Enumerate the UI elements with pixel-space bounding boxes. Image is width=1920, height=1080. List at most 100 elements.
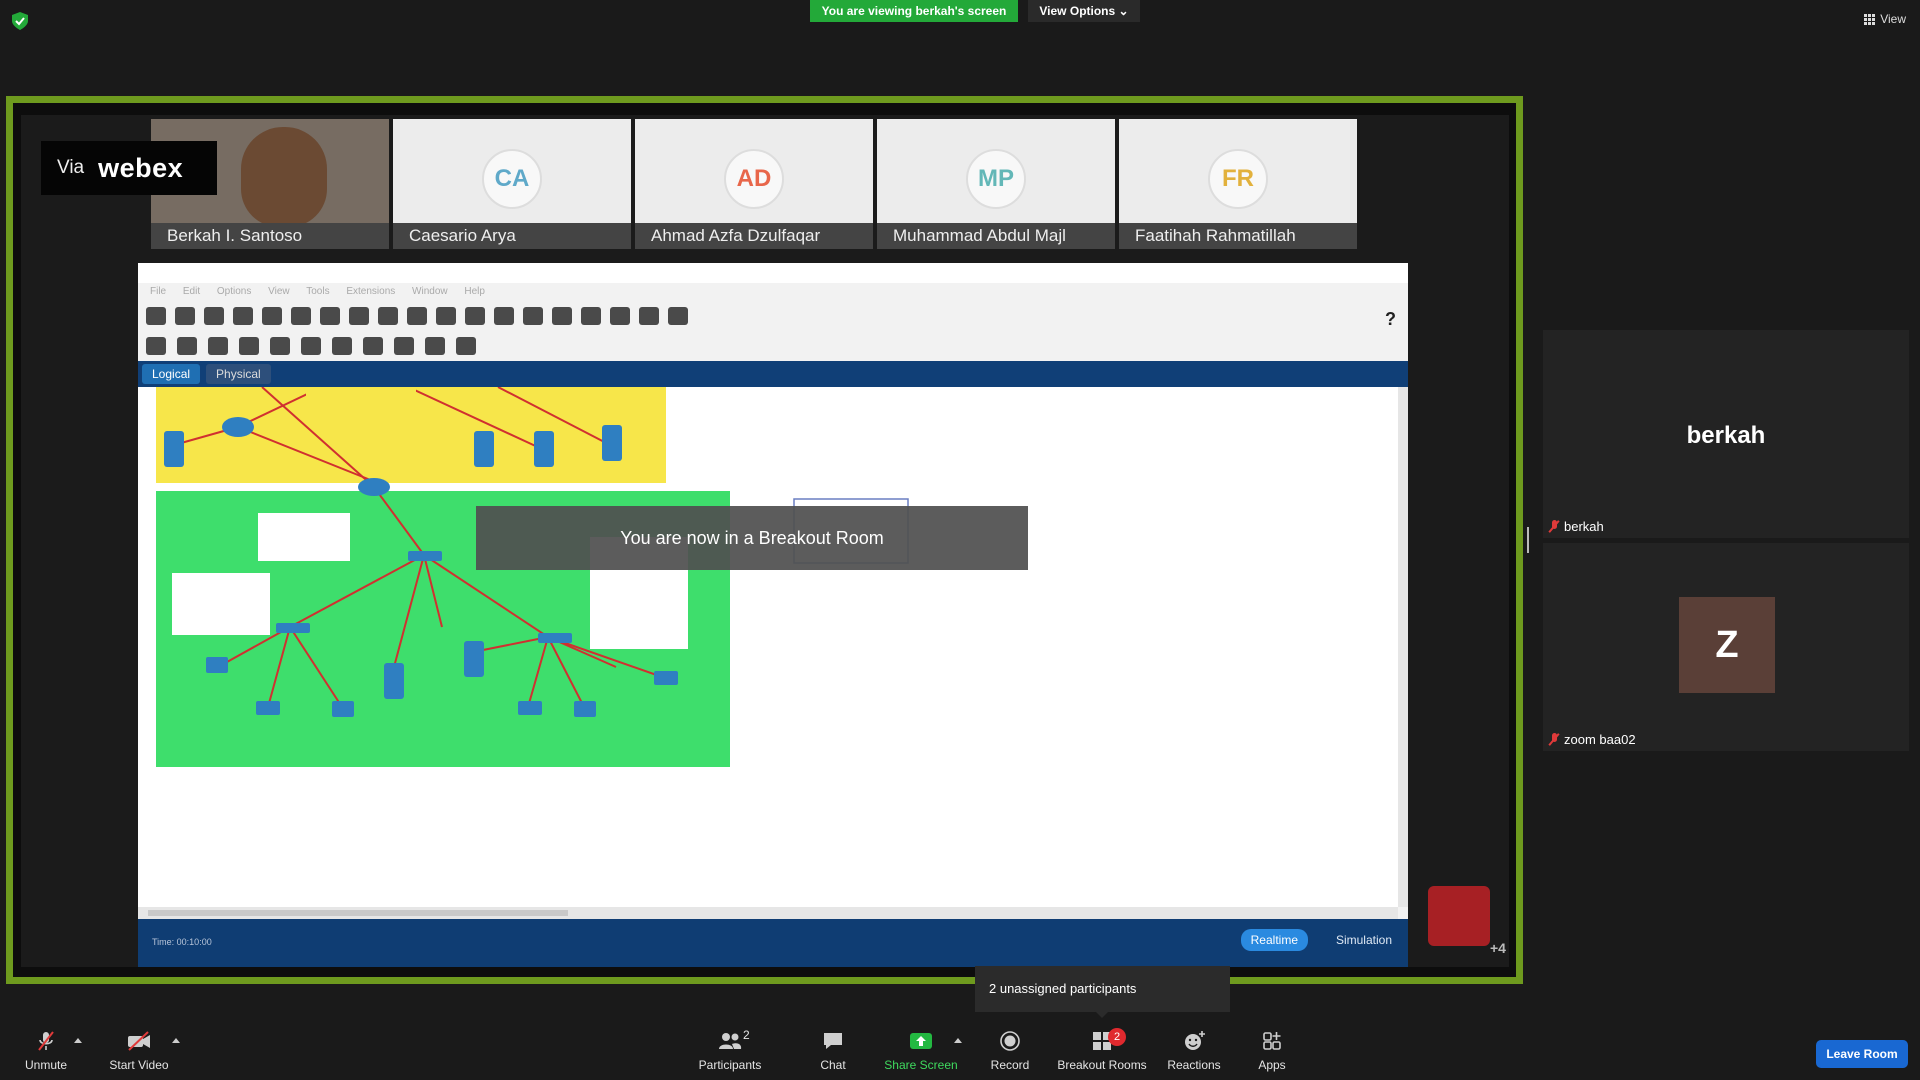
network-icon xyxy=(320,307,340,325)
unmute-label: Unmute xyxy=(24,1058,68,1072)
reaction-badge-icon xyxy=(1428,886,1490,946)
open-folder-icon xyxy=(175,307,195,325)
packet-tracer-draw-toolbar xyxy=(138,331,1408,361)
apps-icon xyxy=(1263,1032,1281,1050)
mic-off-icon xyxy=(38,1031,54,1051)
breakout-rooms-badge: 2 xyxy=(1108,1028,1126,1046)
apps-button[interactable]: Apps xyxy=(1248,1030,1296,1078)
realtime-mode: Realtime xyxy=(1240,929,1308,951)
complex-pdu-icon xyxy=(456,337,476,355)
webex-participant-name: Caesario Arya xyxy=(393,223,631,249)
print-icon xyxy=(233,307,253,325)
start-video-label: Start Video xyxy=(109,1058,169,1072)
participant-initials: AD xyxy=(724,149,784,209)
unmute-button[interactable]: Unmute xyxy=(16,1030,76,1078)
webex-participant-tile: CA Caesario Arya xyxy=(393,119,631,249)
apps-label: Apps xyxy=(1258,1058,1286,1072)
webex-participant-name: Muhammad Abdul Majl xyxy=(877,223,1115,249)
participant-tile-berkah[interactable]: berkah berkah xyxy=(1543,330,1909,538)
palette-icon xyxy=(552,307,572,325)
delete-icon xyxy=(208,337,228,355)
packet-tracer-menu-bar: File Edit Options View Tools Extensions … xyxy=(150,286,485,297)
horizontal-scrollbar xyxy=(138,907,1398,919)
share-options-caret[interactable] xyxy=(954,1038,962,1043)
video-options-caret[interactable] xyxy=(172,1038,180,1043)
rectangle-icon xyxy=(332,337,352,355)
paste-icon xyxy=(378,307,398,325)
zoom-in-icon xyxy=(465,307,485,325)
resize-icon xyxy=(239,337,259,355)
copy-icon xyxy=(349,307,369,325)
share-screen-icon xyxy=(910,1033,932,1049)
panel-resize-handle[interactable] xyxy=(1527,527,1529,553)
viewing-screen-banner: You are viewing berkah's screen xyxy=(810,0,1018,22)
save-icon xyxy=(204,307,224,325)
record-label: Record xyxy=(990,1058,1030,1072)
zoom-out-icon xyxy=(523,307,543,325)
participant-initials: FR xyxy=(1208,149,1268,209)
chat-icon xyxy=(824,1033,842,1049)
help-icon: ? xyxy=(1385,309,1396,329)
view-button[interactable]: View xyxy=(1864,12,1906,26)
security-shield-icon[interactable] xyxy=(12,12,28,30)
view-options-button[interactable]: View Options ⌄ xyxy=(1028,0,1140,22)
mic-muted-icon xyxy=(1549,733,1559,746)
chat-label: Chat xyxy=(820,1058,846,1072)
participants-button[interactable]: Participants xyxy=(692,1030,768,1078)
webex-participant-tile: MP Muhammad Abdul Majl xyxy=(877,119,1115,249)
ellipse-icon xyxy=(363,337,383,355)
redo-icon xyxy=(436,307,456,325)
tooltip-pointer xyxy=(1094,1010,1110,1018)
leave-room-button[interactable]: Leave Room xyxy=(1816,1040,1908,1068)
more-participants-count[interactable]: +4 xyxy=(1490,940,1506,956)
reactions-label: Reactions xyxy=(1167,1058,1221,1072)
horizontal-scroll-thumb xyxy=(148,910,568,916)
participant-initials: MP xyxy=(966,149,1026,209)
simulation-time: Time: 00:10:00 xyxy=(152,937,212,947)
zoom-reset-icon xyxy=(494,307,514,325)
tab-physical: Physical xyxy=(206,364,271,384)
share-screen-button[interactable]: Share Screen xyxy=(884,1030,958,1078)
breakout-rooms-button[interactable]: Breakout Rooms xyxy=(1056,1030,1148,1078)
network-topology-drawing xyxy=(156,387,909,767)
record-button[interactable]: Record xyxy=(982,1030,1038,1078)
share-screen-label: Share Screen xyxy=(884,1058,958,1072)
breakout-rooms-label: Breakout Rooms xyxy=(1057,1058,1147,1072)
participant-avatar: Z xyxy=(1679,597,1775,693)
participant-label-text: zoom baa02 xyxy=(1564,732,1636,747)
note-icon xyxy=(270,337,290,355)
participant-label: berkah xyxy=(1549,519,1604,534)
participant-initials: CA xyxy=(482,149,542,209)
inspect-icon xyxy=(177,337,197,355)
info-icon xyxy=(262,307,282,325)
webex-via-text: Via xyxy=(57,157,85,178)
custom-device-icon xyxy=(581,307,601,325)
network-topology-canvas xyxy=(138,387,1398,907)
participants-icon xyxy=(719,1033,742,1049)
webex-participant-tile: FR Faatihah Rahmatillah xyxy=(1119,119,1357,249)
view-label: View xyxy=(1880,12,1906,26)
packet-tracer-title-bar xyxy=(138,263,1408,283)
video-off-icon xyxy=(128,1031,150,1051)
simulation-mode: Simulation xyxy=(1335,933,1392,947)
device-icon xyxy=(610,307,630,325)
audio-options-caret[interactable] xyxy=(74,1038,82,1043)
participants-label: Participants xyxy=(698,1058,762,1072)
simple-pdu-icon xyxy=(425,337,445,355)
participant-tile-zoom-baa02[interactable]: Z zoom baa02 xyxy=(1543,543,1909,751)
reactions-button[interactable]: Reactions xyxy=(1162,1030,1226,1078)
line-icon xyxy=(301,337,321,355)
packet-tracer-view-tabs: Logical Physical xyxy=(138,361,1408,387)
view-options-label: View Options xyxy=(1039,4,1116,18)
webex-participant-name: Faatihah Rahmatillah xyxy=(1119,223,1357,249)
participant-display-name: berkah xyxy=(1686,422,1766,449)
packet-tracer-window: File Edit Options View Tools Extensions … xyxy=(138,263,1408,967)
grid-view-icon xyxy=(1864,13,1876,25)
chat-button[interactable]: Chat xyxy=(804,1030,862,1078)
start-video-button[interactable]: Start Video xyxy=(102,1030,176,1078)
meeting-controls-bar: Unmute Start Video Participants 2 Chat S… xyxy=(0,1020,1920,1080)
pdu-icon xyxy=(639,307,659,325)
undo-icon xyxy=(407,307,427,325)
packet-tracer-bottom-bar: Time: 00:10:00 Realtime Simulation xyxy=(138,919,1408,967)
packet-tracer-toolbar xyxy=(138,301,1408,331)
